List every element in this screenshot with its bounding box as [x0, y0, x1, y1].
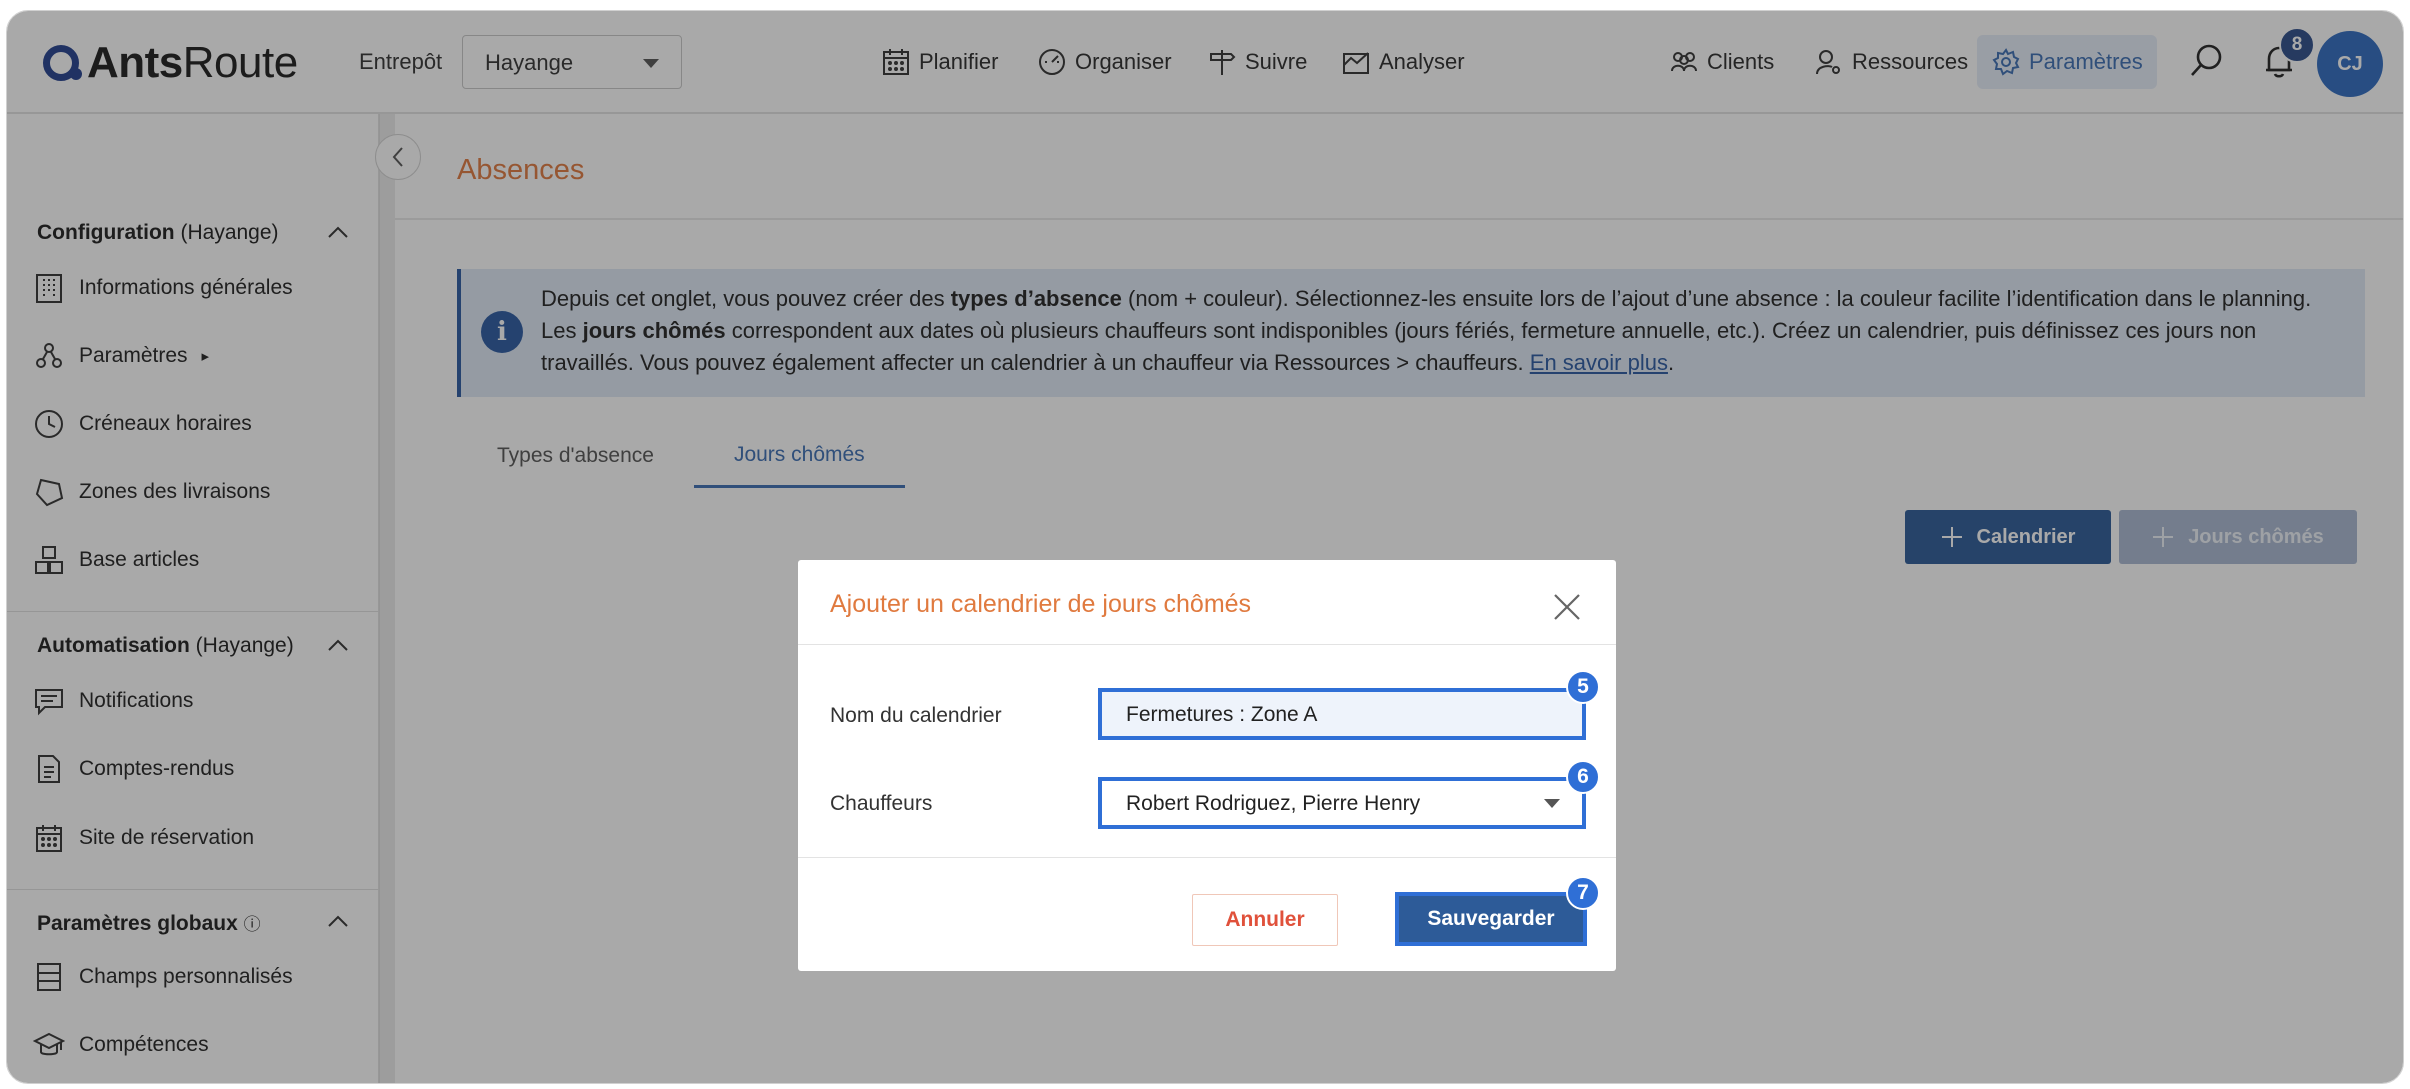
calendar-name-label: Nom du calendrier [830, 704, 1002, 727]
cancel-button[interactable]: Annuler [1192, 894, 1338, 946]
drivers-label: Chauffeurs [830, 792, 933, 815]
add-calendar-dialog: Ajouter un calendrier de jours chômés No… [798, 560, 1616, 971]
dialog-divider [798, 857, 1616, 858]
app-window: AntsRoute Entrepôt Hayange Planifier Org… [6, 10, 2404, 1084]
step-badge-7: 7 [1566, 876, 1600, 910]
close-icon[interactable] [1550, 590, 1584, 624]
step-badge-6: 6 [1566, 760, 1600, 794]
drivers-select[interactable]: Robert Rodriguez, Pierre Henry [1098, 777, 1586, 829]
dialog-title: Ajouter un calendrier de jours chômés [830, 590, 1252, 618]
step-badge-5: 5 [1566, 670, 1600, 704]
drivers-value: Robert Rodriguez, Pierre Henry [1126, 792, 1421, 815]
calendar-name-input[interactable]: Fermetures : Zone A [1098, 688, 1586, 740]
chevron-down-icon [1544, 799, 1560, 808]
dialog-divider [798, 644, 1616, 645]
save-button[interactable]: Sauvegarder [1395, 892, 1587, 946]
